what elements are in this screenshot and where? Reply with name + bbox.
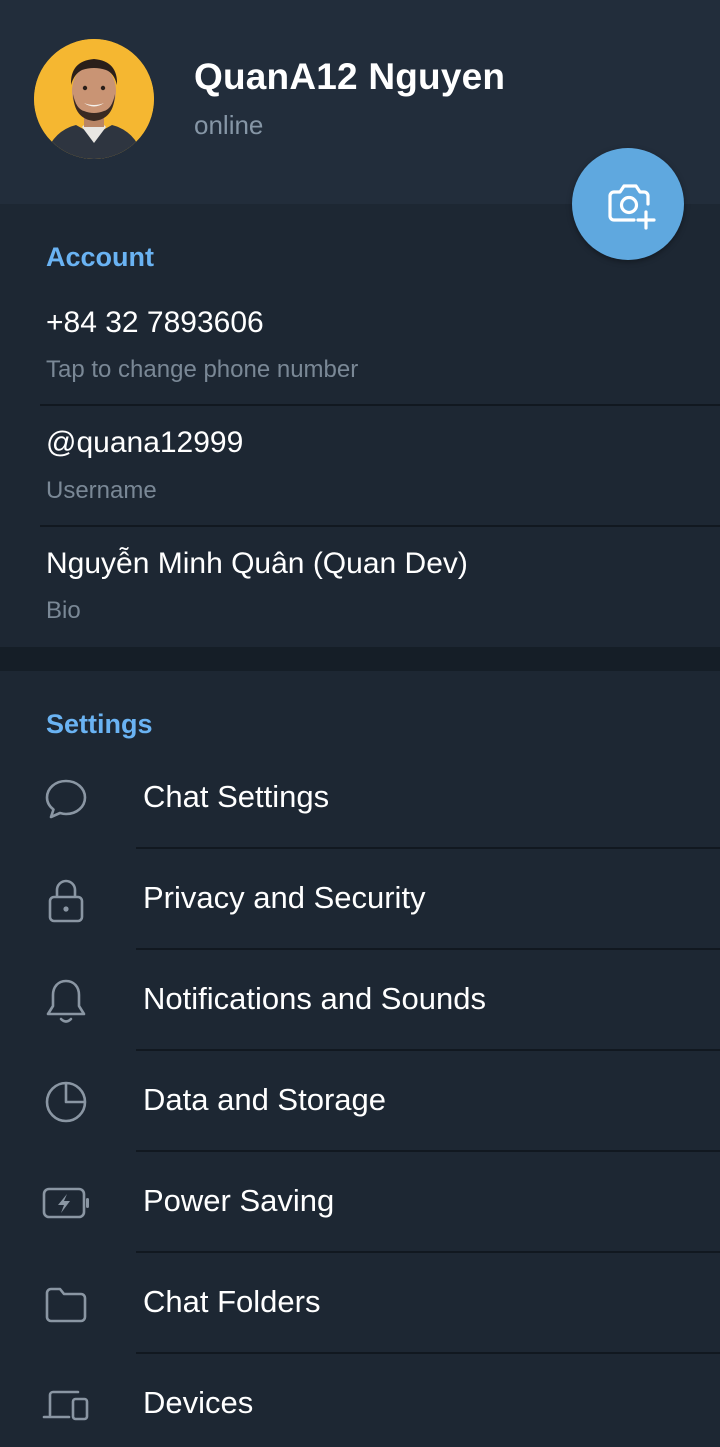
settings-item-label: Notifications and Sounds (143, 981, 486, 1016)
settings-item-label: Data and Storage (143, 1082, 387, 1117)
lock-icon (40, 874, 92, 926)
camera-add-icon (608, 184, 656, 230)
avatar[interactable] (34, 39, 154, 159)
profile-status: online (194, 110, 264, 140)
settings-item-data-storage[interactable]: Data and Storage (0, 1051, 720, 1152)
folder-icon (40, 1278, 92, 1330)
phone-row[interactable]: +84 32 7893606 Tap to change phone numbe… (0, 290, 720, 406)
devices-icon (40, 1379, 92, 1431)
settings-section-title: Settings (46, 709, 153, 739)
chat-bubble-icon (40, 773, 92, 825)
set-photo-button[interactable] (572, 148, 684, 260)
username-row[interactable]: @quana12999 Username (0, 406, 720, 527)
account-section: Account +84 32 7893606 Tap to change pho… (0, 204, 720, 647)
settings-item-label: Privacy and Security (143, 880, 426, 915)
bio-label: Bio (46, 597, 81, 624)
settings-item-chat-folders[interactable]: Chat Folders (0, 1253, 720, 1354)
settings-item-label: Chat Folders (143, 1284, 321, 1319)
phone-hint: Tap to change phone number (46, 356, 359, 383)
bio-row[interactable]: Nguyễn Minh Quân (Quan Dev) Bio (0, 527, 720, 647)
phone-number: +84 32 7893606 (46, 306, 264, 339)
bio-value: Nguyễn Minh Quân (Quan Dev) (46, 547, 468, 580)
settings-item-chat-settings[interactable]: Chat Settings (0, 748, 720, 849)
pie-chart-icon (40, 1076, 92, 1128)
settings-item-label: Chat Settings (143, 779, 330, 814)
avatar-photo-icon (34, 39, 154, 159)
settings-item-label: Power Saving (143, 1183, 335, 1218)
settings-item-power-saving[interactable]: Power Saving (0, 1152, 720, 1253)
settings-item-label: Devices (143, 1385, 254, 1420)
settings-item-notifications[interactable]: Notifications and Sounds (0, 950, 720, 1051)
account-section-title: Account (46, 242, 154, 272)
username-value: @quana12999 (46, 426, 244, 459)
username-label: Username (46, 477, 157, 504)
profile-name: QuanA12 Nguyen (194, 56, 506, 97)
bell-icon (40, 975, 92, 1027)
settings-item-devices[interactable]: Devices (0, 1354, 720, 1447)
settings-section: Settings Chat Settings Privacy and Secur… (0, 671, 720, 1447)
battery-bolt-icon (40, 1177, 92, 1229)
settings-item-privacy[interactable]: Privacy and Security (0, 849, 720, 950)
section-divider (0, 647, 720, 671)
